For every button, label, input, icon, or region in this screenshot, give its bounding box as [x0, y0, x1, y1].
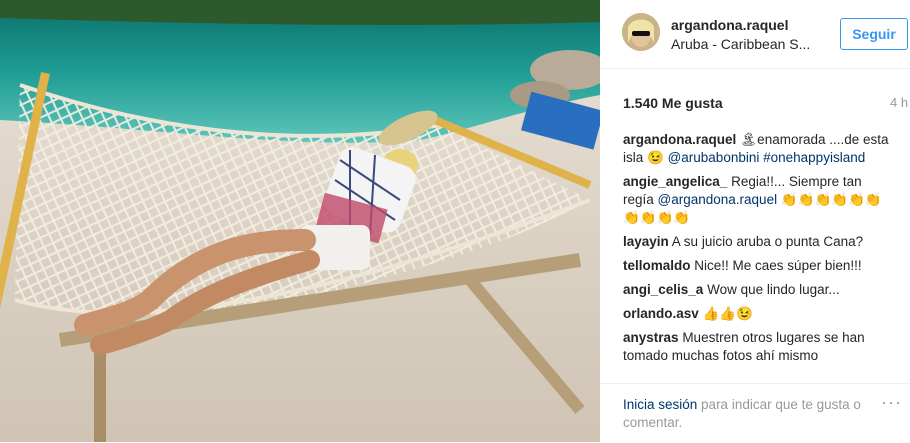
comment-text: 👍👍😉 [702, 306, 753, 321]
comment-link[interactable]: #onehappyisland [763, 150, 865, 165]
comment-username[interactable]: argandona.raquel [623, 132, 736, 147]
comment-item: anystras Muestren otros lugares se han t… [623, 329, 891, 365]
comment-item: orlando.asv 👍👍😉 [623, 305, 891, 323]
comment-username[interactable]: tellomaldo [623, 258, 691, 273]
comment-text: Nice!! Me caes súper bien!!! [694, 258, 862, 273]
likes-count[interactable]: 1.540 Me gusta [623, 95, 723, 111]
comment-username[interactable]: orlando.asv [623, 306, 699, 321]
comment-text: Wow que lindo lugar... [707, 282, 840, 297]
comment-link[interactable]: @argandona.raquel [658, 192, 778, 207]
more-options-icon[interactable]: ··· [881, 392, 902, 413]
comment-item: angi_celis_a Wow que lindo lugar... [623, 281, 891, 299]
comment-text: A su juicio aruba o punta Cana? [671, 234, 864, 249]
login-link[interactable]: Inicia sesión [623, 397, 697, 412]
post-time[interactable]: 4 h [890, 95, 910, 110]
comment-username[interactable]: anystras [623, 330, 679, 345]
login-prompt: Inicia sesión para indicar que te gusta … [623, 396, 868, 432]
post-header: argandona.raquel Aruba - Caribbean S... … [600, 0, 910, 69]
post-username[interactable]: argandona.raquel [671, 17, 788, 33]
post-sidebar: argandona.raquel Aruba - Caribbean S... … [600, 0, 910, 442]
comment-item: argandona.raquel 🏝enamorada ....de esta … [623, 131, 891, 167]
post-location[interactable]: Aruba - Caribbean S... [671, 36, 821, 52]
comment-item: tellomaldo Nice!! Me caes súper bien!!! [623, 257, 891, 275]
comment-username[interactable]: layayin [623, 234, 669, 249]
comments-list: argandona.raquel 🏝enamorada ....de esta … [623, 131, 891, 378]
comment-item: angie_angelica_ Regia!!... Siempre tan r… [623, 173, 891, 227]
comment-username[interactable]: angie_angelica_ [623, 174, 727, 189]
post-footer: Inicia sesión para indicar que te gusta … [600, 383, 910, 443]
avatar[interactable] [622, 13, 660, 51]
post-photo[interactable] [0, 0, 600, 442]
beach-hammock-image [0, 0, 600, 442]
comment-item: layayin A su juicio aruba o punta Cana? [623, 233, 891, 251]
comment-username[interactable]: angi_celis_a [623, 282, 703, 297]
follow-button[interactable]: Seguir [840, 18, 908, 50]
comment-link[interactable]: @arubabonbini [668, 150, 760, 165]
